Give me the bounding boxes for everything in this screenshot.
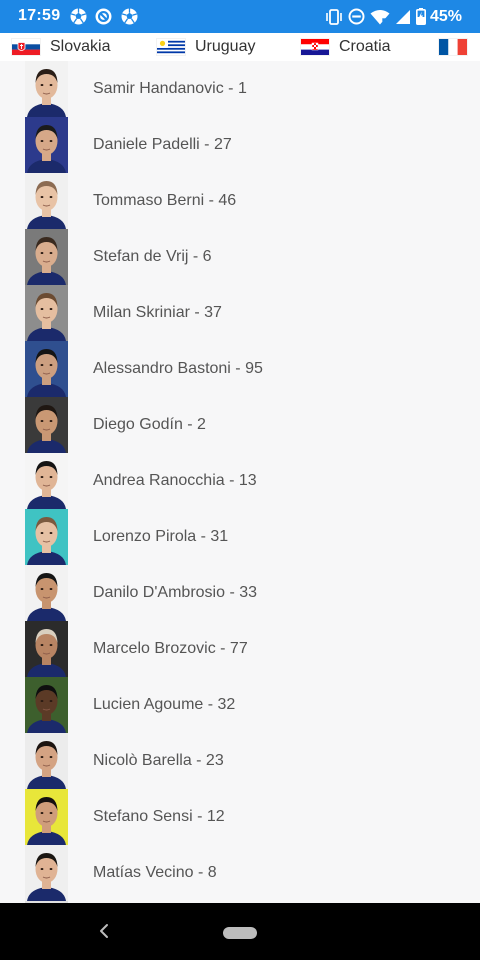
player-row[interactable]: Matías Vecino - 8 bbox=[0, 845, 480, 901]
player-row[interactable]: Tommaso Berni - 46 bbox=[0, 173, 480, 229]
player-row[interactable]: Andrea Ranocchia - 13 bbox=[0, 453, 480, 509]
player-row[interactable]: Lorenzo Pirola - 31 bbox=[0, 509, 480, 565]
tab-croatia[interactable]: Croatia bbox=[301, 33, 391, 61]
player-row[interactable]: Stefano Sensi - 12 bbox=[0, 789, 480, 845]
player-name: Tommaso Berni - 46 bbox=[93, 192, 237, 209]
player-row[interactable]: Lucien Agoume - 32 bbox=[0, 677, 480, 733]
player-name: Nicolò Barella - 23 bbox=[93, 752, 224, 769]
croatia-flag-icon bbox=[301, 39, 329, 55]
player-row[interactable]: Diego Godín - 2 bbox=[0, 397, 480, 453]
signal-icon bbox=[395, 9, 410, 24]
player-name: Stefan de Vrij - 6 bbox=[93, 248, 212, 265]
soccer-ball-icon bbox=[121, 8, 138, 25]
navigation-bar bbox=[0, 903, 480, 960]
tab-france[interactable] bbox=[439, 33, 477, 61]
player-photo bbox=[25, 61, 68, 117]
player-name: Daniele Padelli - 27 bbox=[93, 136, 232, 153]
player-photo bbox=[25, 565, 68, 621]
player-row[interactable]: Alessandro Bastoni - 95 bbox=[0, 341, 480, 397]
tab-label: Slovakia bbox=[50, 38, 111, 55]
slovakia-flag-icon bbox=[12, 39, 40, 55]
player-photo bbox=[25, 173, 68, 229]
player-row[interactable]: Samir Handanovic - 1 bbox=[0, 61, 480, 117]
player-photo bbox=[25, 285, 68, 341]
clock: 17:59 bbox=[18, 7, 61, 24]
player-row[interactable]: Marcelo Brozovic - 77 bbox=[0, 621, 480, 677]
rotate-app-icon bbox=[95, 8, 112, 25]
wifi-icon bbox=[370, 9, 390, 24]
tab-label: Croatia bbox=[339, 38, 391, 55]
tab-uruguay[interactable]: Uruguay bbox=[157, 33, 255, 61]
player-name: Alessandro Bastoni - 95 bbox=[93, 360, 263, 377]
player-name: Stefano Sensi - 12 bbox=[93, 808, 225, 825]
player-photo bbox=[25, 453, 68, 509]
player-row[interactable]: Nicolò Barella - 23 bbox=[0, 733, 480, 789]
player-photo bbox=[25, 117, 68, 173]
system-icons: 45% bbox=[320, 7, 462, 26]
player-photo bbox=[25, 341, 68, 397]
player-photo bbox=[25, 509, 68, 565]
player-photo bbox=[25, 789, 68, 845]
vibrate-icon bbox=[326, 8, 342, 25]
player-name: Diego Godín - 2 bbox=[93, 416, 206, 433]
player-photo bbox=[25, 229, 68, 285]
battery-percentage: 45% bbox=[429, 7, 462, 25]
do-not-disturb-icon bbox=[348, 8, 365, 25]
player-photo bbox=[25, 733, 68, 789]
back-icon[interactable] bbox=[97, 921, 111, 941]
player-name: Lucien Agoume - 32 bbox=[93, 696, 236, 713]
france-flag-icon bbox=[439, 39, 467, 55]
player-photo bbox=[25, 677, 68, 733]
country-tabs: Slovakia Uruguay Croatia bbox=[0, 33, 480, 61]
player-name: Milan Skriniar - 37 bbox=[93, 304, 222, 321]
tab-slovakia[interactable]: Slovakia bbox=[12, 33, 110, 61]
player-photo bbox=[25, 845, 68, 901]
player-name: Samir Handanovic - 1 bbox=[93, 80, 247, 97]
battery-charging-icon bbox=[415, 8, 426, 25]
player-row[interactable]: Daniele Padelli - 27 bbox=[0, 117, 480, 173]
player-row[interactable]: Danilo D'Ambrosio - 33 bbox=[0, 565, 480, 621]
player-list[interactable]: Samir Handanovic - 1 Daniele Padelli - 27… bbox=[0, 61, 480, 903]
player-name: Danilo D'Ambrosio - 33 bbox=[93, 584, 258, 601]
player-row[interactable]: Stefan de Vrij - 6 bbox=[0, 229, 480, 285]
status-bar: 17:59 45% bbox=[0, 0, 480, 33]
notification-icons bbox=[70, 8, 142, 25]
player-name: Andrea Ranocchia - 13 bbox=[93, 472, 257, 489]
player-photo bbox=[25, 621, 68, 677]
soccer-ball-icon bbox=[70, 8, 87, 25]
player-row[interactable]: Milan Skriniar - 37 bbox=[0, 285, 480, 341]
home-pill-button[interactable] bbox=[223, 927, 257, 939]
tab-label: Uruguay bbox=[195, 38, 256, 55]
player-name: Matías Vecino - 8 bbox=[93, 864, 217, 881]
player-name: Marcelo Brozovic - 77 bbox=[93, 640, 248, 657]
player-photo bbox=[25, 397, 68, 453]
player-name: Lorenzo Pirola - 31 bbox=[93, 528, 229, 545]
uruguay-flag-icon bbox=[157, 39, 185, 55]
